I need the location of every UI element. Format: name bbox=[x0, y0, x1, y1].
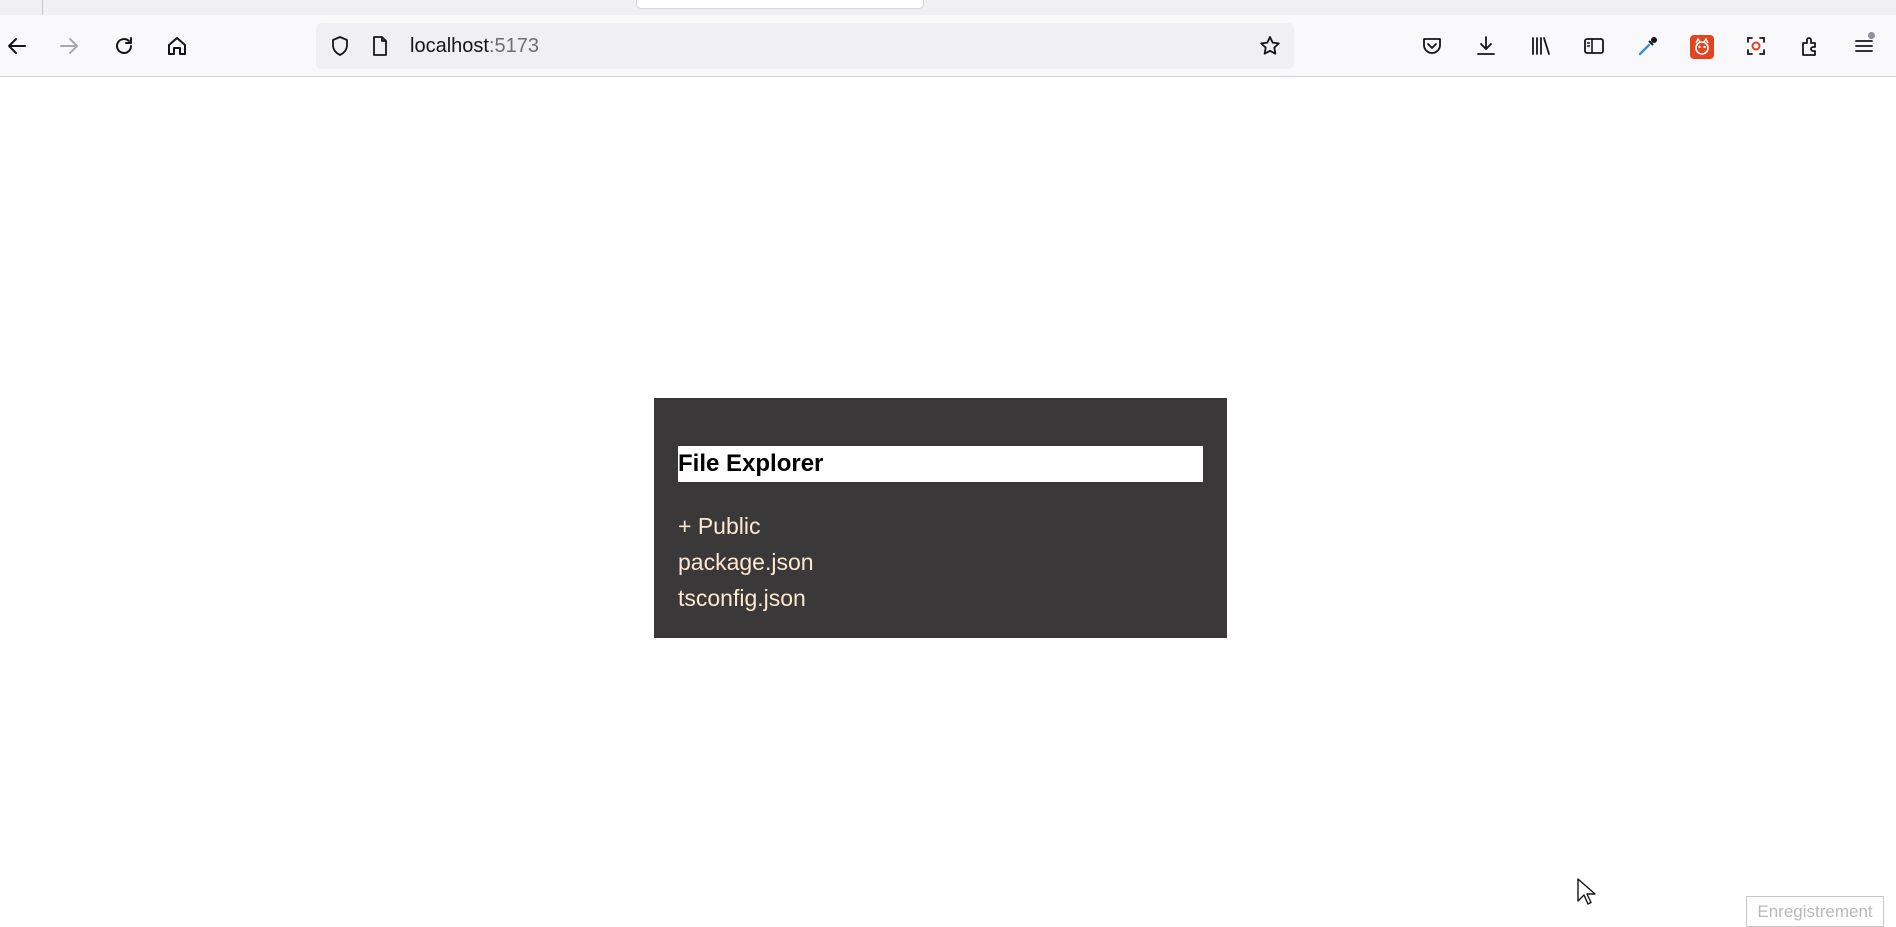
file-tree: + Public package.json tsconfig.json bbox=[678, 508, 1203, 616]
fox-face-icon bbox=[1695, 37, 1709, 55]
fox-extension-icon[interactable] bbox=[1690, 35, 1714, 59]
tab-separator bbox=[42, 0, 43, 15]
home-button[interactable] bbox=[160, 29, 194, 63]
sidebar-icon[interactable] bbox=[1582, 34, 1606, 58]
tree-item-package-json[interactable]: package.json bbox=[678, 544, 1203, 580]
library-icon[interactable] bbox=[1528, 34, 1552, 58]
shield-icon[interactable] bbox=[328, 34, 352, 58]
home-icon bbox=[168, 37, 186, 55]
url-port: :5173 bbox=[488, 35, 539, 57]
screenshot-icon[interactable] bbox=[1744, 34, 1768, 58]
arrow-right-icon bbox=[60, 38, 78, 54]
explorer-title: File Explorer bbox=[678, 446, 1203, 482]
tab-hover-preview bbox=[636, 0, 924, 9]
star-icon[interactable] bbox=[1258, 34, 1282, 58]
mouse-cursor-icon bbox=[1577, 878, 1596, 905]
eyedropper-icon[interactable] bbox=[1636, 34, 1660, 58]
url-text[interactable]: localhost:5173 bbox=[410, 34, 539, 58]
tree-item-public-folder[interactable]: + Public bbox=[678, 508, 1203, 544]
tab-strip bbox=[0, 0, 1896, 15]
url-host: localhost bbox=[410, 35, 489, 57]
reload-button[interactable] bbox=[107, 29, 141, 63]
page-viewport: File Explorer + Public package.json tsco… bbox=[0, 77, 1896, 927]
tree-item-tsconfig-json[interactable]: tsconfig.json bbox=[678, 580, 1203, 616]
reload-icon bbox=[116, 37, 132, 54]
pocket-icon[interactable] bbox=[1420, 34, 1444, 58]
forward-button[interactable] bbox=[52, 29, 86, 63]
navigation-toolbar: localhost:5173 bbox=[0, 15, 1896, 77]
recording-badge: Enregistrement bbox=[1746, 896, 1884, 927]
page-icon[interactable] bbox=[368, 34, 392, 58]
back-button[interactable] bbox=[0, 29, 34, 63]
arrow-left-icon bbox=[8, 38, 26, 54]
download-icon[interactable] bbox=[1474, 34, 1498, 58]
url-bar[interactable]: localhost:5173 bbox=[316, 23, 1294, 69]
file-explorer-panel: File Explorer + Public package.json tsco… bbox=[654, 398, 1227, 638]
update-badge-dot bbox=[1868, 32, 1875, 39]
puzzle-icon[interactable] bbox=[1798, 34, 1822, 58]
